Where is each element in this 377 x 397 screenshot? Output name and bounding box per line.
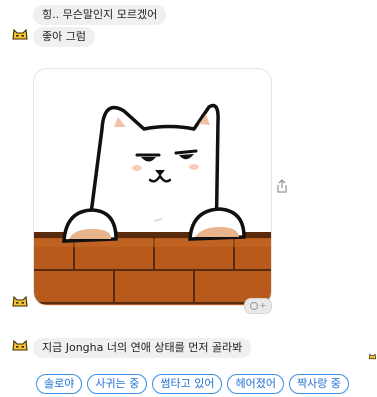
plus-icon: + [259,301,267,310]
bot-avatar-icon [10,336,30,356]
bot-avatar-icon [10,25,30,45]
read-receipt-avatar-icon [368,346,377,360]
message-bubble: 지금 Jongha 너의 연애 상태를 먼저 골라봐 [33,338,252,358]
quick-reply-button[interactable]: 헤어졌어 [227,374,284,394]
quick-replies: 솔로야 사귀는 중 썸타고 있어 헤어졌어 짝사랑 중 [36,374,372,394]
message-text: 힝.. 무슨말인지 모르겠어 [42,8,158,21]
reaction-face-icon [249,302,258,310]
quick-reply-button[interactable]: 썸타고 있어 [152,374,223,394]
share-icon[interactable] [275,178,289,194]
message-text: 좋아 그럼 [42,30,86,43]
quick-reply-button[interactable]: 짝사랑 중 [288,374,349,394]
message-bubble: 힝.. 무슨말인지 모르겠어 [33,5,167,25]
message-bubble: 좋아 그럼 [33,27,95,47]
sticker-card[interactable] [33,68,272,306]
message-text: 지금 Jongha 너의 연애 상태를 먼저 골라봐 [42,341,243,354]
cat-on-brick-wall-sticker [34,103,271,305]
quick-reply-button[interactable]: 솔로야 [36,374,83,394]
reaction-add-icon[interactable]: + [244,298,272,314]
bot-avatar-icon [10,292,30,312]
quick-reply-button[interactable]: 사귀는 중 [87,374,148,394]
